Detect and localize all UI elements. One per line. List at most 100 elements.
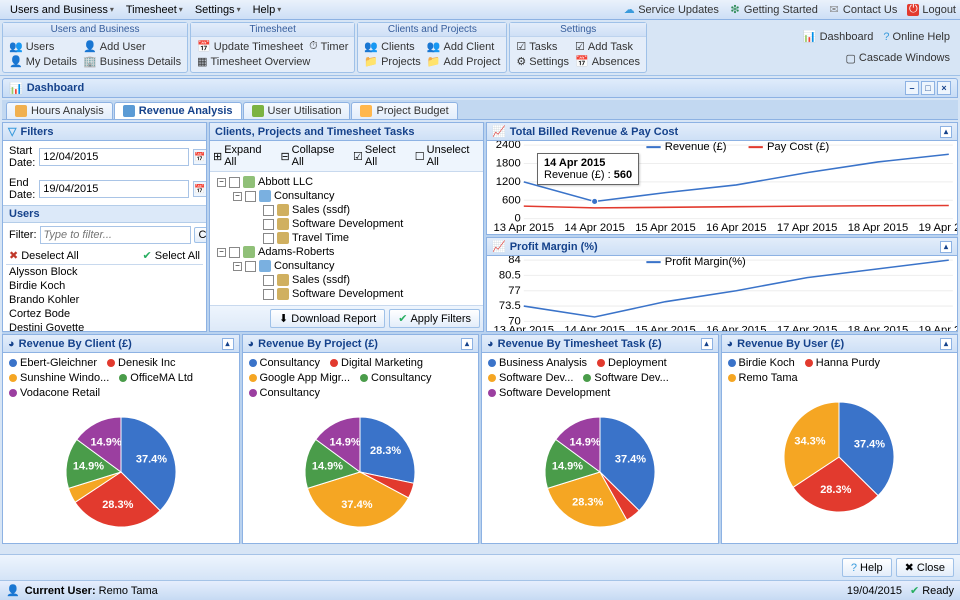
- end-date-input[interactable]: [39, 180, 189, 198]
- tree-node[interactable]: −Consultancy: [213, 189, 480, 203]
- close-button[interactable]: ×: [937, 81, 951, 95]
- maximize-button[interactable]: □: [921, 81, 935, 95]
- ribbon-online-help[interactable]: ?Online Help: [883, 30, 950, 43]
- legend-swatch: [728, 359, 736, 367]
- ribbon-item-timesheet-overview[interactable]: ▦Timesheet Overview: [197, 55, 348, 68]
- ribbon-item-add-user[interactable]: 👤Add User: [83, 40, 181, 53]
- ribbon-item-update-timesheet[interactable]: 📅Update Timesheet: [197, 40, 303, 53]
- user-list-item[interactable]: Brando Kohler: [6, 293, 203, 307]
- user-list[interactable]: Alysson BlockBirdie KochBrando KohlerCor…: [6, 264, 203, 331]
- checkbox[interactable]: [263, 289, 274, 300]
- select-all-button[interactable]: ✔Select All: [143, 249, 200, 262]
- collapse-icon[interactable]: −: [233, 262, 242, 271]
- checkbox[interactable]: [263, 233, 274, 244]
- check-icon: ✔: [398, 312, 407, 325]
- legend-item: Consultancy: [249, 387, 321, 399]
- close-page-button[interactable]: ✖Close: [896, 558, 954, 577]
- ribbon-item-timer[interactable]: ⏱Timer: [309, 40, 348, 53]
- legend-swatch: [249, 374, 257, 382]
- end-date-picker-button[interactable]: 📅: [193, 181, 206, 197]
- ribbon-item-absences[interactable]: 📅Absences: [575, 55, 640, 68]
- tab-project-budget[interactable]: Project Budget: [351, 102, 457, 119]
- tab-user-utilisation[interactable]: User Utilisation: [243, 102, 351, 119]
- ribbon-item-my-details[interactable]: 👤My Details: [9, 55, 77, 68]
- user-list-item[interactable]: Cortez Bode: [6, 307, 203, 321]
- users-section-header: Users: [3, 205, 206, 223]
- checkbox[interactable]: [263, 275, 274, 286]
- ribbon-item-add-project[interactable]: 📁Add Project: [427, 55, 501, 68]
- user-list-item[interactable]: Alysson Block: [6, 265, 203, 279]
- deselect-all-button[interactable]: ✖Deselect All: [9, 249, 79, 262]
- folder-icon: 📁: [364, 55, 378, 68]
- svg-text:14.9%: 14.9%: [330, 437, 361, 449]
- collapse-button[interactable]: ▴: [222, 338, 234, 350]
- service-updates-link[interactable]: ☁Service Updates: [623, 4, 719, 16]
- logout-button[interactable]: ⏻Logout: [907, 4, 956, 16]
- download-report-button[interactable]: ⬇Download Report: [270, 309, 385, 328]
- ribbon-item-add-task[interactable]: ☑Add Task: [575, 40, 640, 53]
- collapse-icon[interactable]: −: [233, 192, 242, 201]
- top-menu: Users and Business▾ Timesheet▾ Settings▾…: [0, 0, 960, 20]
- ribbon-cascade-windows[interactable]: ▢Cascade Windows: [846, 52, 951, 65]
- start-date-input[interactable]: [39, 148, 189, 166]
- menu-timesheet[interactable]: Timesheet▾: [120, 2, 189, 18]
- tree-node[interactable]: −Consultancy: [213, 259, 480, 273]
- collapse-all-button[interactable]: ⊟Collapse All: [280, 144, 345, 168]
- tree-node[interactable]: Software Development: [213, 287, 480, 301]
- report-tabs: Hours Analysis Revenue Analysis User Uti…: [2, 100, 958, 120]
- user-list-item[interactable]: Birdie Koch: [6, 279, 203, 293]
- user-list-item[interactable]: Destini Goyette: [6, 321, 203, 331]
- legend-swatch: [249, 359, 257, 367]
- pie-icon: ◕: [487, 338, 494, 350]
- collapse-button[interactable]: ▴: [940, 126, 952, 138]
- ribbon-item-business-details[interactable]: 🏢Business Details: [83, 55, 181, 68]
- menu-help[interactable]: Help▾: [247, 2, 288, 18]
- help-button[interactable]: ?Help: [842, 558, 892, 577]
- tree-node[interactable]: Sales (ssdf): [213, 273, 480, 287]
- collapse-icon[interactable]: −: [217, 178, 226, 187]
- tree-node[interactable]: Travel Time: [213, 231, 480, 245]
- pie-title: Revenue By User (£): [737, 338, 844, 350]
- collapse-button[interactable]: ▴: [701, 338, 713, 350]
- ribbon-dashboard[interactable]: 📊Dashboard: [803, 30, 874, 43]
- tree-node[interactable]: −Adams-Roberts: [213, 245, 480, 259]
- collapse-button[interactable]: ▴: [940, 338, 952, 350]
- checkbox[interactable]: [263, 219, 274, 230]
- user-filter-input[interactable]: [40, 226, 191, 244]
- svg-text:15 Apr 2015: 15 Apr 2015: [635, 325, 696, 332]
- tree-node[interactable]: −Abbott LLC: [213, 175, 480, 189]
- tree-node[interactable]: Sales (ssdf): [213, 203, 480, 217]
- ribbon-item-add-client[interactable]: 👥Add Client: [427, 40, 501, 53]
- collapse-button[interactable]: ▴: [940, 241, 952, 253]
- checkbox[interactable]: [263, 205, 274, 216]
- client-project-tree[interactable]: −Abbott LLC−ConsultancySales (ssdf)Softw…: [210, 172, 483, 305]
- collapse-button[interactable]: ▴: [461, 338, 473, 350]
- tree-select-all-button[interactable]: ☑Select All: [353, 144, 407, 168]
- clear-filter-button[interactable]: Clear: [194, 227, 208, 243]
- minimize-button[interactable]: –: [905, 81, 919, 95]
- start-date-picker-button[interactable]: 📅: [193, 149, 206, 165]
- checkbox[interactable]: [245, 261, 256, 272]
- collapse-icon[interactable]: −: [217, 248, 226, 257]
- tab-revenue-analysis[interactable]: Revenue Analysis: [114, 102, 242, 119]
- tree-node[interactable]: Software Development: [213, 217, 480, 231]
- getting-started-link[interactable]: ❇Getting Started: [729, 4, 818, 16]
- apply-filters-button[interactable]: ✔Apply Filters: [389, 309, 480, 328]
- menu-users-business[interactable]: Users and Business▾: [4, 2, 120, 18]
- expand-all-button[interactable]: ⊞Expand All: [213, 144, 272, 168]
- ribbon-item-projects[interactable]: 📁Projects: [364, 55, 420, 68]
- clients-icon: 👥: [364, 40, 378, 53]
- tab-hours-analysis[interactable]: Hours Analysis: [6, 102, 113, 119]
- revenue-chart-title: Total Billed Revenue & Pay Cost: [510, 126, 679, 138]
- menu-settings[interactable]: Settings▾: [189, 2, 247, 18]
- ribbon-item-users[interactable]: 👥Users: [9, 40, 77, 53]
- ribbon-item-settings[interactable]: ⚙Settings: [516, 55, 569, 68]
- ribbon-item-tasks[interactable]: ☑Tasks: [516, 40, 569, 53]
- checkbox[interactable]: [245, 191, 256, 202]
- checkbox[interactable]: [229, 247, 240, 258]
- ribbon-item-clients[interactable]: 👥Clients: [364, 40, 420, 53]
- contact-us-link[interactable]: ✉Contact Us: [828, 4, 897, 16]
- ribbon-group-title: Timesheet: [191, 23, 354, 37]
- checkbox[interactable]: [229, 177, 240, 188]
- tree-unselect-all-button[interactable]: ☐Unselect All: [415, 144, 480, 168]
